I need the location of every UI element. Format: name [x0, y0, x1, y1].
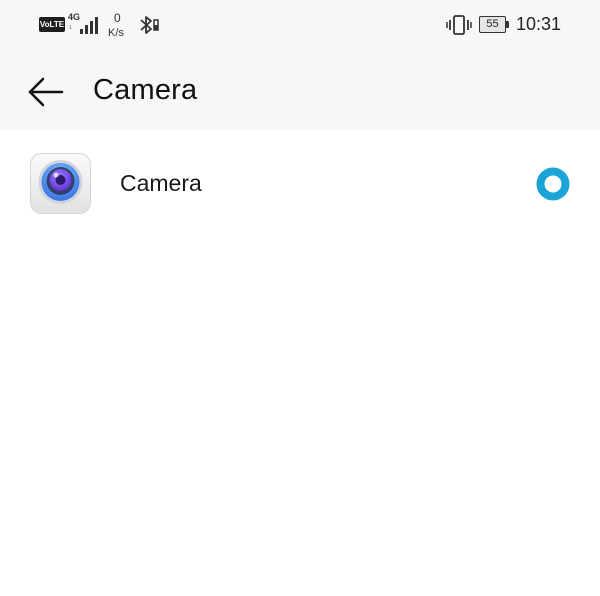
back-arrow-icon[interactable] — [24, 70, 68, 114]
volte-icon: VoLTE — [39, 17, 65, 32]
page-title: Camera — [93, 74, 198, 106]
vibrate-icon — [446, 15, 472, 35]
bluetooth-icon — [140, 16, 159, 34]
radio-selected-icon[interactable] — [536, 167, 570, 201]
network-sub-label: 1 — [69, 25, 72, 31]
battery-tip — [506, 21, 509, 28]
network-speed-unit: K/s — [108, 27, 124, 39]
app-bar: Camera — [0, 50, 600, 130]
network-speed-value: 0 — [114, 11, 121, 25]
list-item-camera[interactable]: Camera — [0, 130, 600, 240]
camera-app-icon — [30, 153, 91, 214]
status-clock: 10:31 — [516, 14, 562, 34]
cellular-signal-icon — [76, 14, 98, 34]
list-item-label: Camera — [120, 170, 202, 196]
status-bar: VoLTE 4G 1 0 K/s 55 10:31 — [0, 0, 600, 50]
battery-icon: 55 — [479, 16, 506, 33]
